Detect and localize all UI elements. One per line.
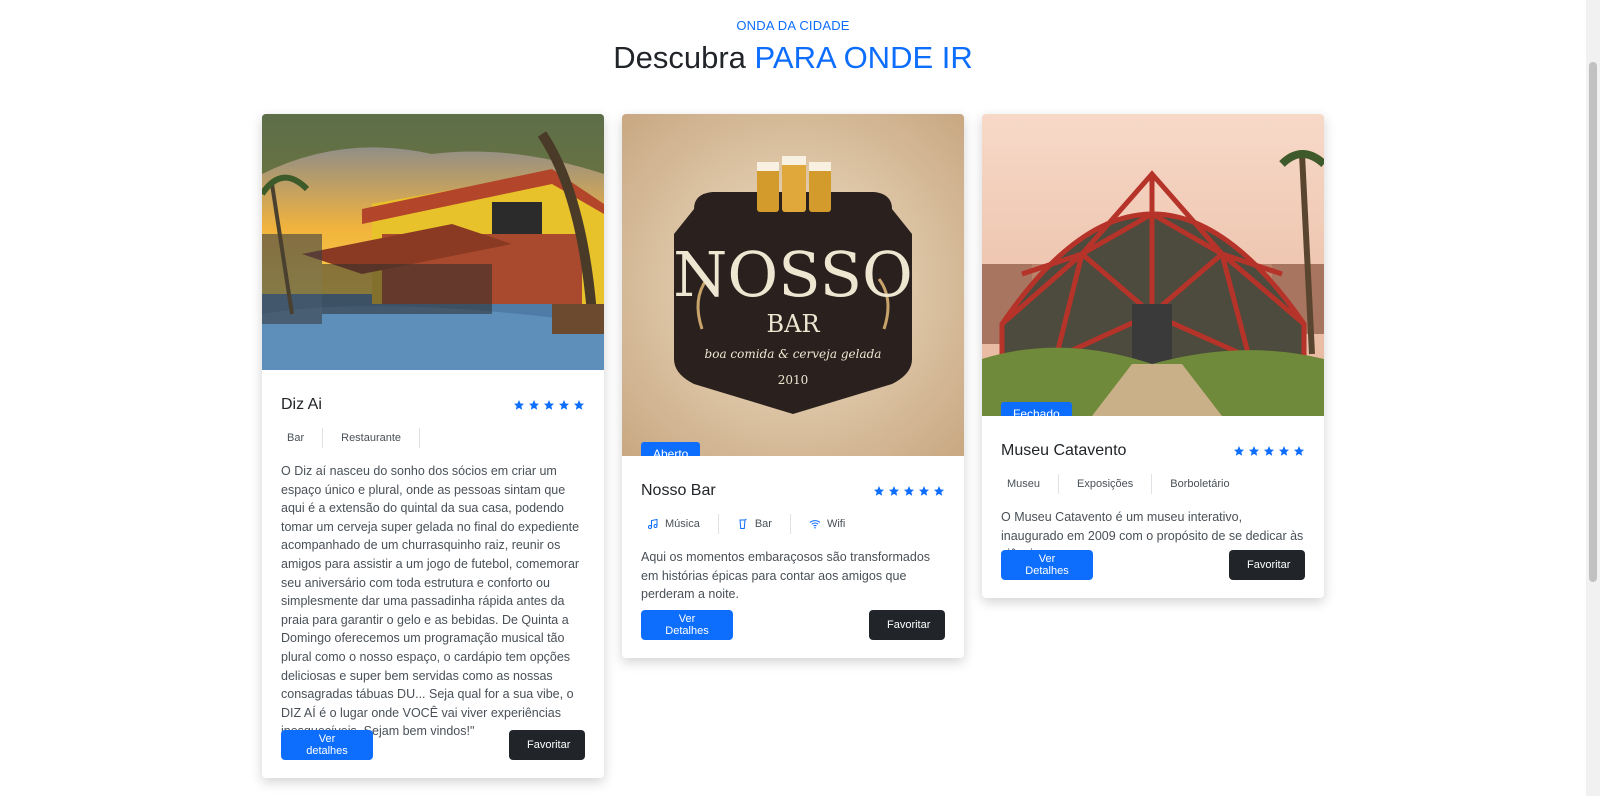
section-eyebrow: ONDA DA CIDADE bbox=[736, 18, 850, 33]
place-photo-museu-catavento: Fechado bbox=[982, 114, 1324, 416]
favorite-button[interactable]: Favoritar bbox=[509, 730, 585, 760]
tag-item: Borboletário bbox=[1170, 478, 1230, 490]
star-icon bbox=[873, 485, 885, 497]
star-icon bbox=[573, 399, 585, 411]
tag-item: Bar bbox=[281, 428, 324, 448]
star-icon bbox=[918, 485, 930, 497]
star-icon bbox=[1263, 445, 1275, 457]
place-photo-nosso-bar: NOSSO BAR boa comida & cerveja gelada 20… bbox=[622, 114, 964, 456]
rating-stars bbox=[1233, 445, 1305, 457]
star-icon bbox=[1293, 445, 1305, 457]
tag-list: Museu Exposições Borboletário bbox=[1001, 474, 1305, 494]
place-title: Diz Ai bbox=[281, 396, 322, 413]
section-title-accent: PARA ONDE IR bbox=[754, 40, 973, 75]
tag-item: Restaurante bbox=[323, 428, 421, 448]
tag-label: Bar bbox=[754, 518, 772, 530]
place-photo-diz-ai bbox=[262, 114, 604, 370]
nosso-bar-logo-sub: BAR bbox=[766, 310, 820, 338]
favorite-button[interactable]: Favoritar bbox=[1229, 550, 1305, 580]
tag-item: Bar bbox=[719, 514, 791, 534]
place-description: Aqui os momentos embaraçosos são transfo… bbox=[641, 550, 931, 602]
place-title: Nosso Bar bbox=[641, 482, 716, 499]
tag-item: Exposições bbox=[1059, 474, 1153, 494]
star-icon bbox=[888, 485, 900, 497]
tag-label: Música bbox=[665, 518, 700, 530]
card-actions: Ver detalhes Favoritar bbox=[281, 730, 585, 760]
status-badge: Fechado bbox=[1001, 402, 1072, 416]
star-icon bbox=[1248, 445, 1260, 457]
card-actions: Ver Detalhes Favoritar bbox=[1001, 550, 1305, 580]
tag-list: Bar Restaurante bbox=[281, 428, 585, 448]
details-button[interactable]: Ver Detalhes bbox=[641, 610, 733, 640]
star-icon bbox=[903, 485, 915, 497]
wifi-icon bbox=[809, 518, 821, 530]
tag-list: Música Bar Wifi bbox=[641, 514, 945, 534]
tag-label: Wifi bbox=[826, 518, 846, 530]
place-card-museu-catavento: Fechado Museu Catavento Museu Exposições… bbox=[982, 114, 1324, 598]
card-body: Museu Catavento Museu Exposições Borbole… bbox=[982, 416, 1324, 564]
place-title: Museu Catavento bbox=[1001, 442, 1127, 459]
place-card-diz-ai: Diz Ai Bar Restaurante O Diz aí nasceu d… bbox=[262, 114, 604, 778]
rating-stars bbox=[513, 399, 585, 411]
details-button[interactable]: Ver detalhes bbox=[281, 730, 373, 760]
section-title: Descubra PARA ONDE IR bbox=[0, 40, 1586, 76]
status-badge: Aberto bbox=[641, 442, 701, 456]
rating-stars bbox=[873, 485, 945, 497]
place-description: O Diz aí nasceu do sonho dos sócios em c… bbox=[281, 464, 580, 739]
star-icon bbox=[528, 399, 540, 411]
star-icon bbox=[558, 399, 570, 411]
tag-item: Música bbox=[641, 514, 719, 534]
music-note-icon bbox=[647, 518, 659, 530]
card-actions: Ver Detalhes Favoritar bbox=[641, 610, 945, 640]
star-icon bbox=[513, 399, 525, 411]
star-icon bbox=[1278, 445, 1290, 457]
tag-item: Wifi bbox=[791, 514, 863, 534]
tag-item: Museu bbox=[1001, 474, 1060, 494]
cup-icon bbox=[737, 518, 749, 530]
scrollbar-thumb[interactable] bbox=[1589, 62, 1597, 582]
place-card-nosso-bar: NOSSO BAR boa comida & cerveja gelada 20… bbox=[622, 114, 964, 658]
nosso-bar-logo-name: NOSSO bbox=[673, 238, 913, 311]
favorite-button[interactable]: Favoritar bbox=[869, 610, 945, 640]
section-title-prefix: Descubra bbox=[613, 40, 746, 75]
page-scrollbar[interactable] bbox=[1586, 0, 1600, 796]
card-body: Diz Ai Bar Restaurante O Diz aí nasceu d… bbox=[262, 370, 604, 741]
nosso-bar-logo-tagline: boa comida & cerveja gelada bbox=[705, 347, 882, 361]
star-icon bbox=[1233, 445, 1245, 457]
star-icon bbox=[543, 399, 555, 411]
star-icon bbox=[933, 485, 945, 497]
card-body: Nosso Bar Música Bar Wifi Aqui os moment… bbox=[622, 456, 964, 604]
nosso-bar-logo-year: 2010 bbox=[778, 373, 809, 387]
details-button[interactable]: Ver Detalhes bbox=[1001, 550, 1093, 580]
